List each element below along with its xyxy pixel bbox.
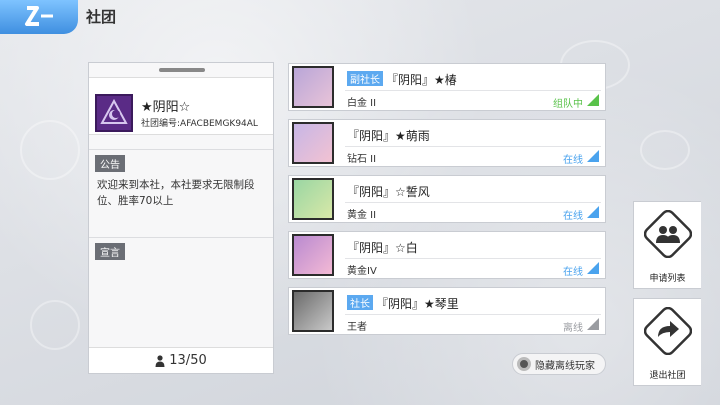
member-rank: 白金 II (347, 98, 377, 109)
leave-club-button[interactable]: 退出社团 (633, 298, 701, 386)
leave-club-label: 退出社团 (649, 371, 686, 381)
member-role-badge: 副社长 (347, 71, 383, 86)
member-card[interactable]: 『阴阳』☆誓风 黄金 II 在线 (288, 175, 606, 223)
back-button[interactable] (0, 0, 78, 34)
toggle-icon (517, 357, 531, 371)
member-name-row: 副社长 『阴阳』★椿 (347, 71, 457, 88)
member-name: 『阴阳』☆白 (347, 241, 418, 255)
declaration-label: 宣言 (95, 243, 125, 260)
signal-icon (587, 94, 599, 106)
person-icon (155, 354, 165, 367)
member-status: 在线 (563, 211, 583, 222)
member-status: 在线 (563, 155, 583, 166)
member-name-row: 『阴阳』★萌雨 (347, 127, 430, 144)
member-card[interactable]: 『阴阳』★萌雨 钻石 II 在线 (288, 119, 606, 167)
background-doodle (30, 300, 80, 350)
notice-text: 欢迎来到本社，本社要求无限制段位、胜率70以上 (97, 179, 255, 207)
member-name: 『阴阳』★椿 (386, 73, 457, 87)
avatar (292, 122, 334, 164)
divider (345, 146, 601, 147)
divider (345, 90, 601, 91)
member-name: 『阴阳』★萌雨 (347, 129, 430, 143)
member-name: 『阴阳』★琴里 (376, 297, 459, 311)
member-rank: 钻石 II (347, 154, 377, 165)
member-name-row: 社长 『阴阳』★琴里 (347, 295, 459, 312)
avatar (292, 290, 334, 332)
apply-list-label: 申请列表 (649, 274, 686, 284)
member-status: 组队中 (553, 99, 583, 110)
divider (345, 258, 601, 259)
divider (345, 202, 601, 203)
panel-grip (159, 68, 205, 72)
divider (89, 149, 273, 150)
hide-offline-toggle[interactable]: 隐藏离线玩家 (512, 353, 606, 375)
member-count: 13/50 (89, 347, 273, 373)
background-doodle (20, 120, 80, 180)
member-card[interactable]: 副社长 『阴阳』★椿 白金 II 组队中 (288, 63, 606, 111)
member-name-row: 『阴阳』☆誓风 (347, 183, 430, 200)
apply-list-button[interactable]: 申请列表 (633, 201, 701, 289)
member-role-badge: 社长 (347, 295, 373, 310)
member-card[interactable]: 社长 『阴阳』★琴里 王者 离线 (288, 287, 606, 335)
club-header: ★阴阳☆ 社团编号:AFACBEMGK94AL (89, 77, 273, 135)
divider (345, 314, 601, 315)
member-rank: 黄金IV (347, 266, 377, 277)
back-arrow-icon (25, 6, 53, 26)
club-name: ★阴阳☆ (141, 100, 191, 115)
signal-icon (587, 262, 599, 274)
member-count-value: 13/50 (169, 353, 207, 368)
avatar (292, 66, 334, 108)
member-name: 『阴阳』☆誓风 (347, 185, 430, 199)
signal-icon (587, 150, 599, 162)
divider (89, 237, 273, 238)
notice-label: 公告 (95, 155, 125, 172)
people-icon (644, 210, 692, 258)
member-status: 离线 (563, 323, 583, 334)
club-emblem-icon (95, 94, 133, 132)
club-id: 社团编号:AFACBEMGK94AL (141, 119, 258, 129)
member-rank: 黄金 II (347, 210, 377, 221)
avatar (292, 234, 334, 276)
hide-offline-label: 隐藏离线玩家 (535, 360, 595, 372)
member-rank: 王者 (347, 322, 367, 333)
avatar (292, 178, 334, 220)
member-name-row: 『阴阳』☆白 (347, 239, 418, 256)
member-card[interactable]: 『阴阳』☆白 黄金IV 在线 (288, 231, 606, 279)
signal-icon (587, 318, 599, 330)
background-doodle (640, 130, 690, 170)
member-status: 在线 (563, 267, 583, 278)
page-title: 社团 (86, 8, 117, 26)
exit-arrow-icon (644, 307, 692, 355)
club-info-panel: ★阴阳☆ 社团编号:AFACBEMGK94AL 公告 欢迎来到本社，本社要求无限… (88, 62, 274, 374)
signal-icon (587, 206, 599, 218)
